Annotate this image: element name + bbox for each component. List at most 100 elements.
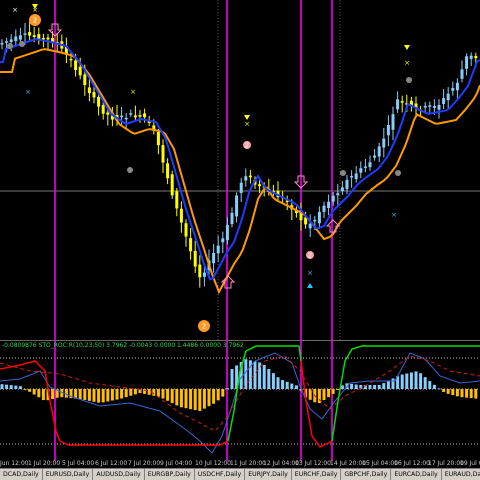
- candle-body: [432, 106, 436, 108]
- up-outline-arrow-icon: [220, 275, 236, 289]
- candle-body: [373, 155, 377, 158]
- symbol-tab[interactable]: AUDUSD,Daily: [93, 469, 145, 480]
- candle-body: [92, 92, 96, 98]
- candle-body: [83, 74, 87, 86]
- histogram-bar: [202, 389, 206, 409]
- cross-marker-icon: ×: [130, 88, 136, 96]
- symbol-tab[interactable]: DCAD,Daily: [0, 469, 43, 480]
- candle-body: [78, 66, 82, 76]
- candle-body: [474, 55, 478, 59]
- time-label: 14 Jul 20:00: [330, 460, 366, 467]
- candle-body: [221, 238, 225, 243]
- candle-body: [74, 60, 78, 71]
- candle-body: [179, 208, 183, 223]
- grey-dot-icon: [127, 167, 133, 173]
- time-label: 7 Jul 20:00: [128, 460, 161, 467]
- histogram-bar: [212, 389, 216, 404]
- price-chart-canvas[interactable]: × × × × × × × × 2 2 2 2: [0, 0, 480, 340]
- time-label: 11 Jul 20:00: [230, 460, 266, 467]
- histogram-bar: [460, 389, 464, 398]
- histogram-bar: [423, 377, 427, 389]
- candle-body: [465, 56, 469, 69]
- candle-body: [359, 168, 363, 173]
- histogram-bar: [455, 389, 459, 397]
- histogram-bar: [0, 384, 4, 389]
- histogram-bar: [465, 389, 469, 398]
- candle-body: [97, 97, 101, 107]
- candle-body: [216, 245, 220, 254]
- histogram-bar: [170, 389, 174, 404]
- candle-body: [331, 195, 335, 202]
- time-label: 5 Jul 04:00: [62, 460, 95, 467]
- signal-badge-label: 2: [245, 142, 249, 150]
- oscillator-canvas[interactable]: [0, 341, 480, 461]
- candle-body: [327, 201, 331, 209]
- symbol-tab[interactable]: USDCHF,Daily: [194, 469, 246, 480]
- histogram-bar: [290, 383, 294, 389]
- histogram-bar: [175, 389, 179, 406]
- symbol-tab[interactable]: GBPCHF,Daily: [341, 469, 392, 480]
- candle-body: [28, 32, 32, 36]
- grey-dot-icon: [395, 170, 401, 176]
- candle-body: [244, 176, 248, 181]
- candle-body: [133, 115, 137, 118]
- up-outline-arrow-icon: [325, 219, 341, 233]
- histogram-bar: [147, 389, 151, 395]
- candle-body: [166, 163, 170, 179]
- candle-body: [423, 106, 427, 108]
- candle-body: [377, 146, 381, 157]
- candle-body: [23, 33, 27, 35]
- candle-body: [198, 264, 202, 278]
- candle-body: [400, 101, 404, 103]
- stochastic-line: [300, 360, 333, 448]
- histogram-bar: [83, 389, 87, 400]
- symbol-tab[interactable]: EURJPY,Daily: [245, 469, 292, 480]
- cross-marker-icon: ×: [307, 269, 313, 277]
- histogram-bar: [244, 359, 248, 389]
- candle-body: [202, 272, 206, 277]
- histogram-bar: [428, 381, 432, 389]
- candle-body: [18, 35, 22, 40]
- histogram-bar: [267, 369, 271, 389]
- histogram-bar: [106, 389, 110, 402]
- cross-marker-icon: ×: [404, 59, 410, 67]
- histogram-bar: [382, 383, 386, 389]
- histogram-bar: [386, 380, 390, 389]
- histogram-bar: [354, 384, 358, 389]
- symbol-tab[interactable]: EURCHF,Daily: [291, 469, 342, 480]
- candle-body: [322, 205, 326, 212]
- candle-body: [0, 43, 4, 45]
- indicator-label: -0.0809876 STO_ROC R(10,23,50) 3.7962 -0…: [2, 342, 244, 349]
- histogram-bar: [51, 389, 55, 399]
- symbol-tab[interactable]: EURCAD,Daily: [391, 469, 442, 480]
- candle-body: [442, 98, 446, 104]
- histogram-bar: [400, 374, 404, 389]
- histogram-bar: [28, 389, 32, 392]
- candle-body: [230, 212, 234, 225]
- price-chart[interactable]: × × × × × × × × 2 2 2 2: [0, 0, 480, 340]
- candle-body: [124, 117, 128, 120]
- histogram-bar: [179, 389, 183, 408]
- candle-body: [106, 112, 110, 115]
- time-label: 15 Jul 04:00: [362, 460, 398, 467]
- histogram-bar: [120, 389, 124, 399]
- histogram-bar: [262, 364, 266, 389]
- candle-body: [5, 41, 9, 43]
- histogram-bar: [276, 377, 280, 389]
- time-label: 19 Jul 04:00: [460, 460, 480, 467]
- candle-body: [248, 175, 252, 178]
- symbol-tab[interactable]: EURGBP,Daily: [144, 469, 195, 480]
- histogram-bar: [285, 381, 289, 389]
- candle-body: [239, 182, 243, 193]
- symbol-tab[interactable]: EURUSD,Daily: [42, 469, 94, 480]
- symbol-tab[interactable]: EURAUD,Daily: [441, 469, 480, 480]
- histogram-bar: [133, 389, 137, 395]
- chart-tabs: DCAD,Daily EURUSD,Daily AUDUSD,Daily EURGBP…: [0, 468, 480, 480]
- histogram-bar: [92, 389, 96, 402]
- histogram-bar: [207, 389, 211, 407]
- oscillator-panel[interactable]: -0.0809876 STO_ROC R(10,23,50) 3.7962 -0…: [0, 340, 480, 461]
- candle-body: [69, 58, 73, 61]
- histogram-bar: [78, 389, 82, 400]
- histogram-bar: [156, 389, 160, 397]
- candle-body: [32, 35, 36, 37]
